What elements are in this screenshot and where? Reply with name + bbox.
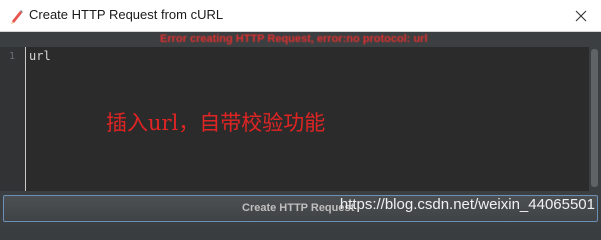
curl-editor[interactable]: 1 url 插入url，自带校验功能 [0,47,589,191]
error-message: Error creating HTTP Request, error:no pr… [160,33,428,45]
pencil-icon [11,10,23,24]
watermark: https://blog.csdn.net/weixin_44065501 [339,196,595,213]
close-icon [575,10,587,21]
line-gutter: 1 [0,47,26,191]
line-number: 1 [9,51,16,62]
vertical-scrollbar[interactable] [589,47,601,191]
close-button[interactable] [561,0,601,31]
annotation-text: 插入url，自带校验功能 [106,111,326,135]
code-line[interactable]: url [29,49,51,63]
create-button-label: Create HTTP Request [242,202,355,214]
title-bar: Create HTTP Request from cURL [0,0,601,32]
window-title: Create HTTP Request from cURL [29,7,224,22]
scroll-thumb[interactable] [591,49,598,187]
error-bar: Error creating HTTP Request, error:no pr… [0,32,601,47]
